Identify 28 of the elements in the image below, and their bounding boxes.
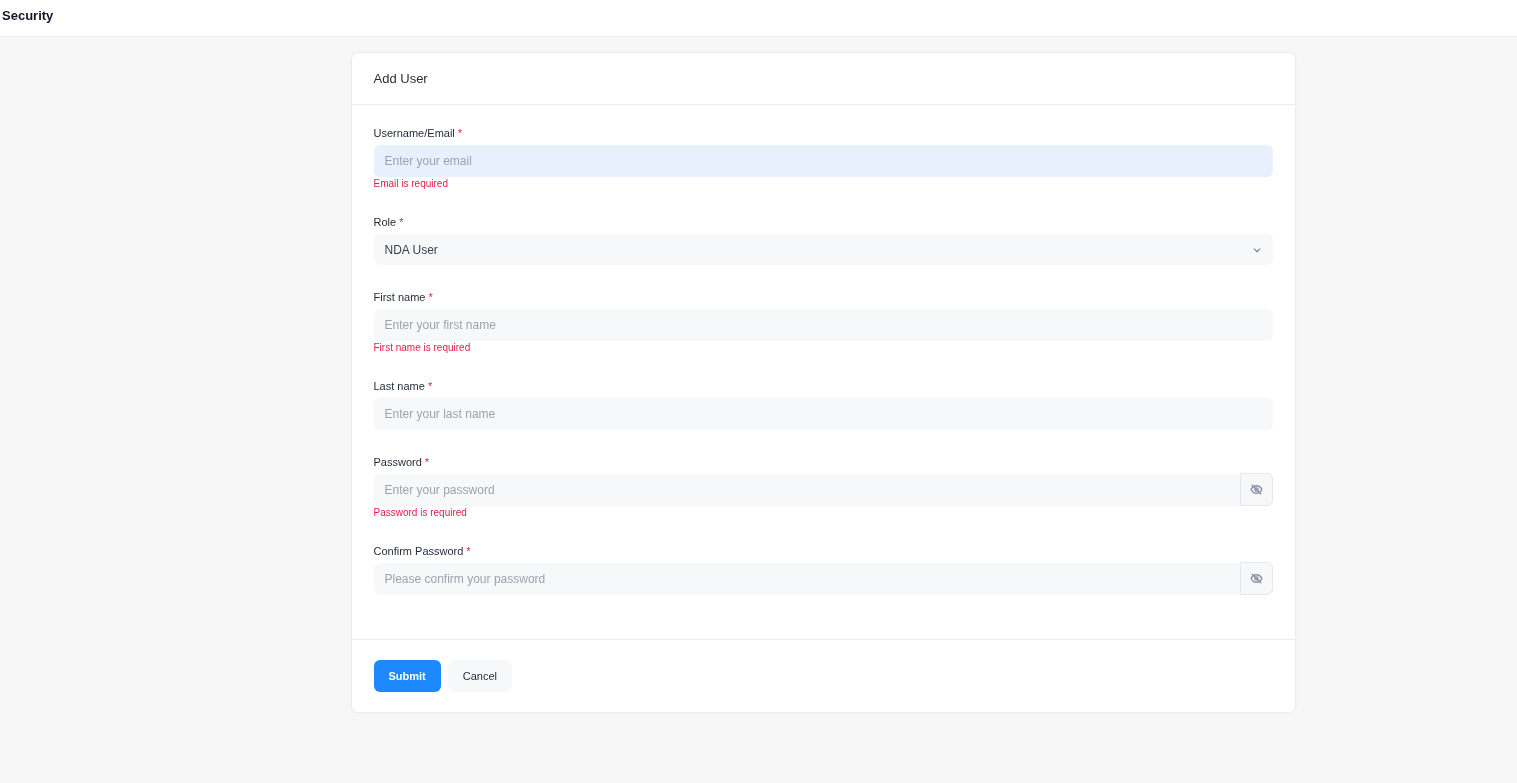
required-mark: * — [457, 125, 463, 141]
cancel-button[interactable]: Cancel — [447, 660, 513, 692]
input-field[interactable]: Enter your email — [373, 145, 1273, 177]
error-message: Password is required — [373, 507, 467, 519]
required-mark: * — [424, 454, 430, 470]
required-mark: * — [428, 289, 433, 305]
error-message: First name is required — [373, 342, 471, 354]
page-title: Security — [2, 7, 54, 25]
toggle-visibility-button[interactable] — [1239, 562, 1273, 595]
required-mark: * — [399, 214, 404, 230]
eye-slash-icon — [1249, 483, 1263, 496]
toggle-visibility-button[interactable] — [1239, 473, 1273, 506]
required-mark: * — [427, 378, 433, 394]
password-field[interactable]: Please confirm your password — [373, 563, 1240, 595]
field-label: Last name — [373, 378, 425, 394]
field-label: Password — [373, 454, 422, 470]
field-label: Username/Email — [373, 125, 455, 141]
required-mark: * — [466, 543, 471, 559]
card-title: Add User — [373, 69, 428, 88]
eye-slash-icon — [1249, 572, 1263, 585]
input-field[interactable]: Enter your last name — [373, 398, 1273, 430]
input-field[interactable]: Enter your first name — [373, 309, 1273, 341]
field-label: Role — [373, 214, 397, 230]
select-field[interactable]: NDA User — [373, 234, 1273, 265]
password-field[interactable]: Enter your password — [373, 474, 1240, 506]
field-label: Confirm Password — [373, 543, 464, 559]
field-label: First name — [373, 289, 426, 305]
error-message: Email is required — [373, 178, 448, 190]
